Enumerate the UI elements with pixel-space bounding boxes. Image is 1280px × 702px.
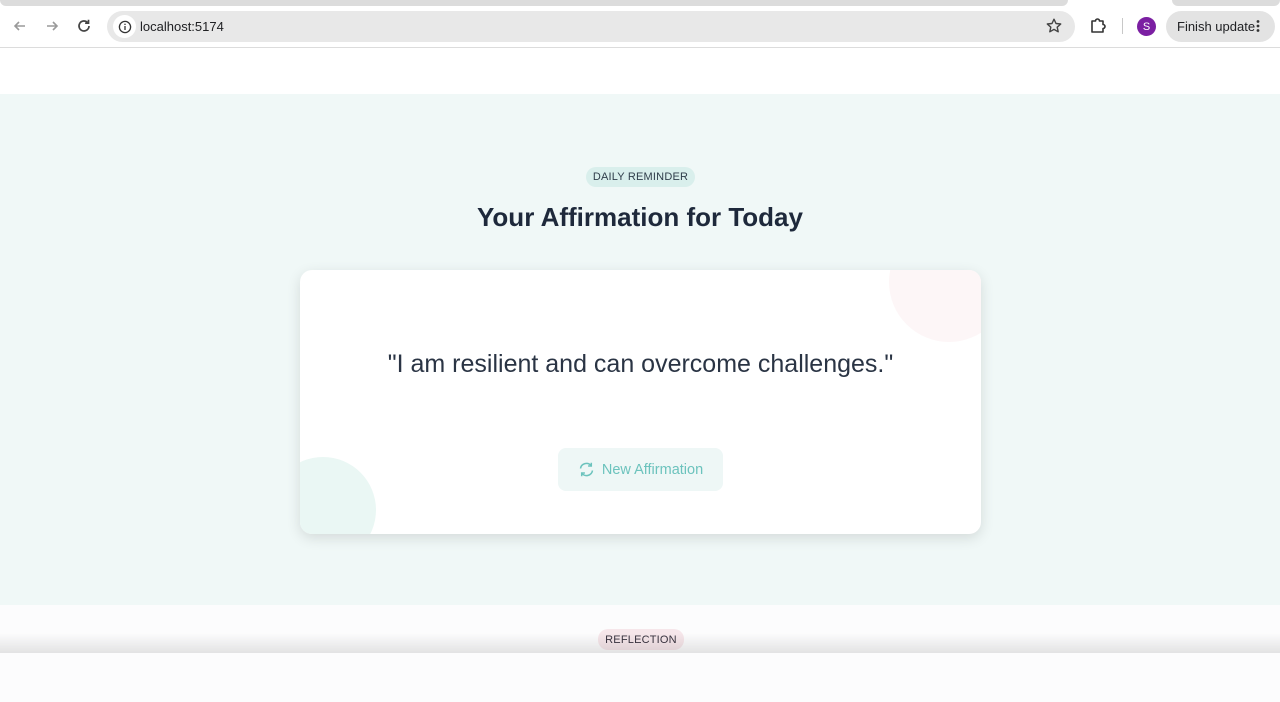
back-arrow-icon xyxy=(13,21,25,31)
forward-button[interactable] xyxy=(40,14,64,38)
finish-update-button[interactable]: Finish update xyxy=(1166,11,1275,42)
extensions-button[interactable] xyxy=(1088,15,1108,40)
finish-update-label: Finish update xyxy=(1177,19,1256,34)
reflection-section xyxy=(0,605,1280,702)
profile-avatar[interactable]: S xyxy=(1137,17,1156,36)
tab-strip-right xyxy=(1172,0,1280,6)
browser-toolbar: localhost:5174 S Finish update xyxy=(0,0,1280,48)
toolbar-divider xyxy=(1122,18,1123,34)
daily-reminder-badge: DAILY REMINDER xyxy=(586,167,695,187)
forward-arrow-icon xyxy=(47,21,59,31)
reflection-badge: REFLECTION xyxy=(598,629,684,650)
section-title: Your Affirmation for Today xyxy=(477,202,803,232)
new-affirmation-button[interactable]: New Affirmation xyxy=(558,448,723,491)
reload-icon xyxy=(78,19,90,32)
url-text[interactable]: localhost:5174 xyxy=(140,19,224,34)
site-info-button[interactable] xyxy=(113,15,136,38)
reload-button[interactable] xyxy=(72,14,96,38)
star-icon xyxy=(1046,18,1062,33)
extensions-icon xyxy=(1091,18,1106,33)
affirmation-quote: "I am resilient and can overcome challen… xyxy=(387,350,894,378)
tab-strip xyxy=(0,0,1068,6)
more-vert-icon xyxy=(1256,20,1260,32)
back-button[interactable] xyxy=(8,14,32,38)
page-viewport: DAILY REMINDER Your Affirmation for Toda… xyxy=(0,49,1280,702)
affirmation-card: "I am resilient and can overcome challen… xyxy=(300,270,981,534)
address-bar[interactable]: localhost:5174 xyxy=(107,11,1075,42)
refresh-icon xyxy=(579,462,594,477)
affirmation-section: DAILY REMINDER Your Affirmation for Toda… xyxy=(0,94,1280,605)
new-affirmation-label: New Affirmation xyxy=(601,461,704,478)
decorative-circle-top-right xyxy=(889,270,981,342)
decorative-circle-bottom-left xyxy=(300,457,376,534)
bookmark-button[interactable] xyxy=(1045,17,1063,40)
site-info-icon xyxy=(118,20,131,33)
